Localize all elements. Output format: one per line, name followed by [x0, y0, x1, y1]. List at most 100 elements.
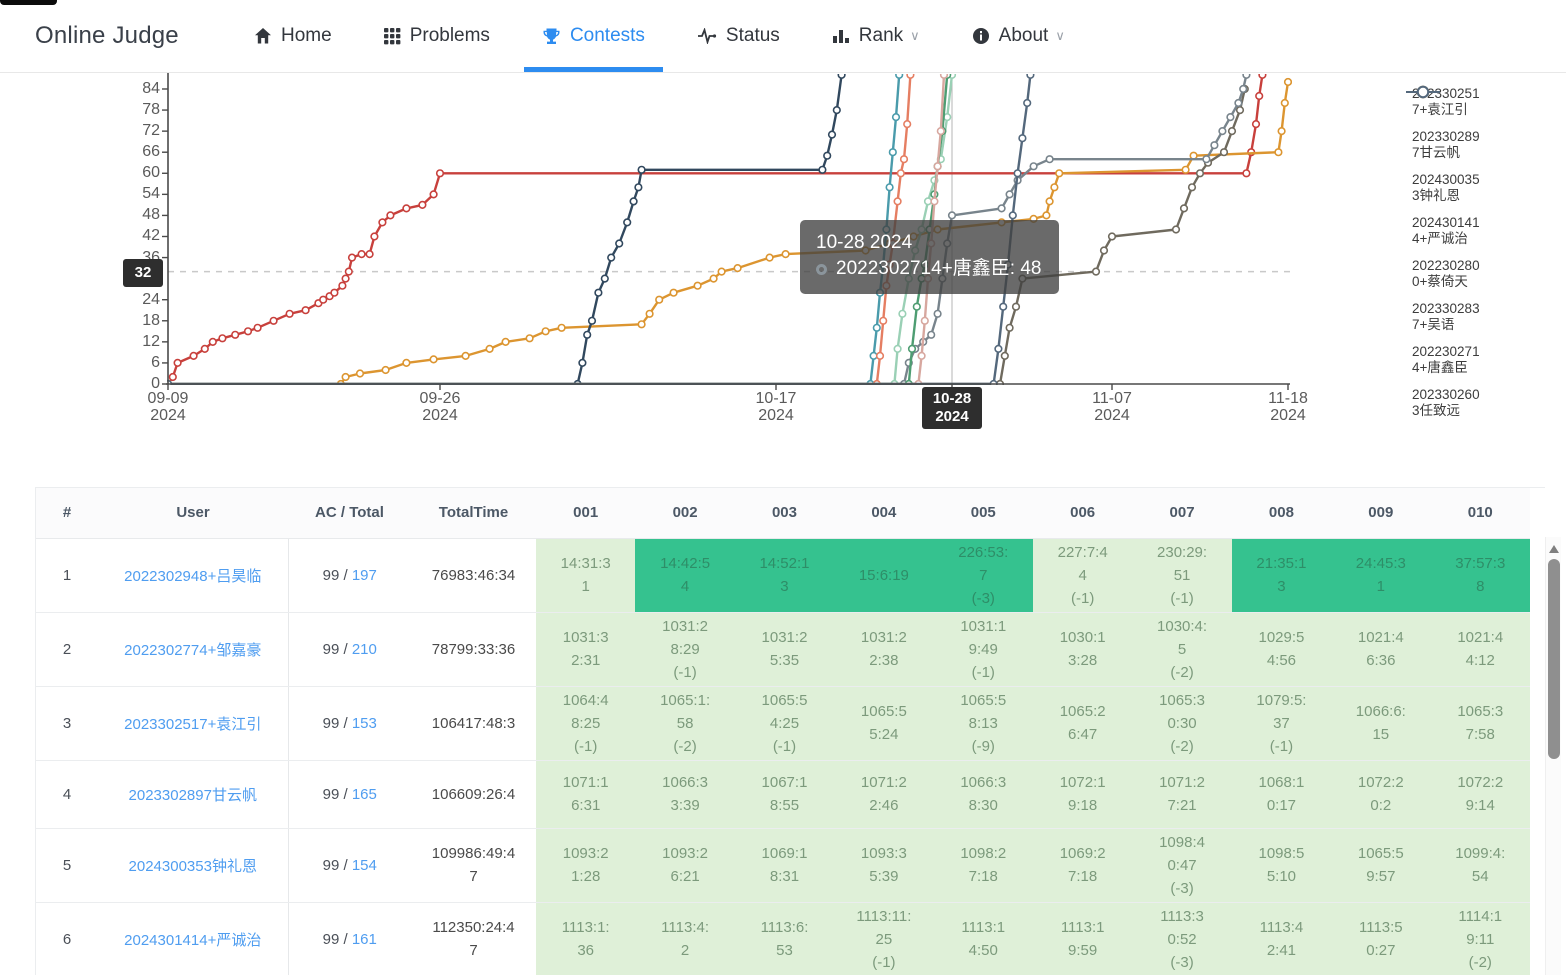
problem-cell-solved: 1065:26:47	[1033, 686, 1132, 760]
solve-time: 1098:55:10	[1258, 845, 1304, 885]
rank-cell: 2	[36, 612, 98, 686]
solve-time: 1065:54:25	[762, 692, 808, 732]
nav-item-status[interactable]: Status	[671, 0, 806, 72]
legend-item[interactable]: 2022302800+蔡倚天	[1406, 257, 1562, 290]
problem-cell-solved: 1065:55:24	[834, 686, 933, 760]
nav-item-home[interactable]: Home	[228, 0, 358, 72]
scrollbar-thumb[interactable]	[1548, 559, 1560, 759]
legend-label: 2023302603任致远	[1412, 387, 1480, 419]
solve-time: 1066:6:15	[1356, 703, 1406, 743]
problem-cell-solved: 1071:22:46	[834, 760, 933, 828]
solve-time: 1072:20:2	[1358, 774, 1404, 814]
column-header-totaltime: TotalTime	[411, 488, 536, 538]
chart-tooltip: 10-28 2024 2022302714+唐鑫臣: 48	[800, 220, 1059, 294]
solve-time: 227:7:44	[1058, 544, 1108, 584]
solve-time: 1021:44:12	[1457, 629, 1503, 669]
pulse-icon	[697, 28, 717, 44]
solve-time: 21:35:13	[1256, 555, 1306, 595]
ac-total-cell: 99 / 165	[288, 760, 411, 828]
problem-cell-solved: 1031:22:38	[834, 612, 933, 686]
tooltip-series-dot	[816, 264, 827, 275]
problem-cell-solved: 1072:29:14	[1431, 760, 1530, 828]
problem-cell-solved: 1113:50:27	[1331, 902, 1430, 975]
column-header-008: 008	[1232, 488, 1331, 538]
total-submissions-link[interactable]: 197	[352, 567, 377, 584]
problem-cell-solved: 1079:5:37(-1)	[1232, 686, 1331, 760]
legend-item[interactable]: 2022302714+唐鑫臣	[1406, 343, 1562, 376]
nav-item-problems[interactable]: Problems	[358, 0, 516, 72]
problem-cell-solved: 1114:19:11(-2)	[1431, 902, 1530, 975]
y-axis-tick-label: 6	[116, 354, 160, 372]
x-axis-tick-label: 10-172024	[731, 390, 821, 424]
solve-time: 1031:28:29	[662, 618, 708, 658]
rank-table-container: #UserAC / TotalTotalTime0010020030040050…	[35, 487, 1545, 975]
solve-time: 1093:35:39	[861, 845, 907, 885]
legend-label: 2024300353钟礼恩	[1412, 172, 1480, 204]
problem-cell-solved: 1069:27:18	[1033, 828, 1132, 902]
total-submissions-link[interactable]: 161	[352, 931, 377, 948]
solve-time: 15:6:19	[859, 567, 909, 584]
table-row: 62024301414+严诚治99 / 161112350:24:471113:…	[36, 902, 1530, 975]
legend-item[interactable]: 2023302837+吴语	[1406, 300, 1562, 333]
solve-time: 230:29:51	[1157, 544, 1207, 584]
user-link[interactable]: 2024301414+严诚治	[124, 932, 261, 949]
problem-cell-first-blood: 226:53:7(-3)	[934, 538, 1033, 612]
solve-time: 1114:19:11	[1458, 908, 1502, 948]
solve-time: 37:57:38	[1455, 555, 1505, 595]
solve-time: 1079:5:37	[1256, 692, 1306, 732]
user-link[interactable]: 2022302948+吕昊临	[124, 568, 261, 585]
problem-cell-solved: 1031:25:35	[735, 612, 834, 686]
total-submissions-link[interactable]: 154	[352, 857, 377, 874]
problem-cell-solved: 1113:19:59	[1033, 902, 1132, 975]
penalty-count: (-1)	[558, 735, 613, 758]
nav-item-label: Contests	[570, 25, 645, 47]
table-row: 12022302948+吕昊临99 / 19776983:46:3414:31:…	[36, 538, 1530, 612]
solve-time: 1066:33:39	[662, 774, 708, 814]
solve-time: 1113:14:50	[961, 919, 1005, 959]
problem-cell-first-blood: 37:57:38	[1431, 538, 1530, 612]
legend-item[interactable]: 2024300353钟礼恩	[1406, 171, 1562, 204]
x-axis-tick-label: 11-182024	[1243, 390, 1333, 424]
y-axis-tick-label: 66	[116, 143, 160, 161]
problem-cell-solved: 1098:27:18	[934, 828, 1033, 902]
user-link[interactable]: 2024300353钟礼恩	[129, 858, 257, 875]
nav-item-contests[interactable]: Contests	[516, 0, 671, 72]
ac-count: 99 /	[323, 641, 352, 658]
table-row: 32023302517+袁江引99 / 153106417:48:31064:4…	[36, 686, 1530, 760]
tooltip-date: 10-28 2024	[816, 230, 1041, 256]
problem-cell-solved: 1072:20:2	[1331, 760, 1430, 828]
solve-time: 1030:13:28	[1060, 629, 1106, 669]
column-header-009: 009	[1331, 488, 1430, 538]
ac-total-cell: 99 / 210	[288, 612, 411, 686]
solve-time: 1031:32:31	[563, 629, 609, 669]
total-time-cell: 109986:49:47	[411, 828, 536, 902]
contest-progress-chart[interactable]: 06121824364248546066727884 09-09202409-2…	[0, 73, 1566, 465]
user-link[interactable]: 2023302897甘云帆	[129, 787, 257, 804]
legend-item[interactable]: 2023302897甘云帆	[1406, 128, 1562, 161]
solve-time: 1071:27:21	[1159, 774, 1205, 814]
app-logo[interactable]: Online Judge	[35, 22, 179, 50]
legend-item[interactable]: 2024301414+严诚治	[1406, 214, 1562, 247]
solve-time: 1098:40:47	[1159, 834, 1205, 874]
penalty-count: (-1)	[856, 951, 911, 974]
scrollbar-up-arrow[interactable]	[1549, 545, 1559, 553]
user-link[interactable]: 2023302517+袁江引	[124, 716, 261, 733]
problem-cell-solved: 1113:42:41	[1232, 902, 1331, 975]
y-axis-tick-label: 42	[116, 227, 160, 245]
solve-time: 1113:4:2	[661, 919, 709, 959]
legend-item[interactable]: 2023302603任致远	[1406, 386, 1562, 419]
chevron-down-icon: ∨	[910, 28, 920, 44]
problem-cell-solved: 14:31:31	[536, 538, 635, 612]
total-submissions-link[interactable]: 165	[352, 786, 377, 803]
problem-cell-solved: 1021:44:12	[1431, 612, 1530, 686]
legend-label: 2024301414+严诚治	[1412, 215, 1480, 247]
x-axis-tick-label: 11-072024	[1067, 390, 1157, 424]
user-link[interactable]: 2022302774+邹嘉豪	[124, 642, 261, 659]
nav-item-about[interactable]: About∨	[946, 0, 1091, 72]
total-submissions-link[interactable]: 153	[352, 715, 377, 732]
top-navbar: Online Judge HomeProblems Contests StatusR…	[0, 0, 1566, 73]
solve-time: 1113:42:41	[1260, 919, 1304, 959]
nav-item-rank[interactable]: Rank∨	[806, 0, 946, 72]
total-submissions-link[interactable]: 210	[352, 641, 377, 658]
user-cell: 2022302774+邹嘉豪	[98, 612, 288, 686]
